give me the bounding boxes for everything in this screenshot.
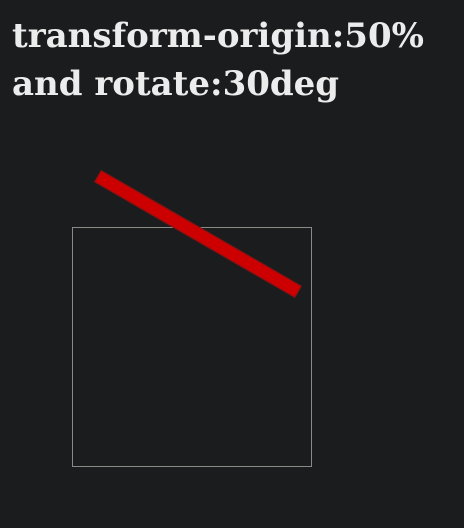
demo-page: transform-origin:50% and rotate:30deg <box>0 0 464 528</box>
page-heading: transform-origin:50% and rotate:30deg <box>12 12 464 108</box>
heading-line-1: transform-origin:50% <box>12 16 424 56</box>
heading-line-2: and rotate:30deg <box>12 64 340 104</box>
reference-box <box>72 227 312 467</box>
